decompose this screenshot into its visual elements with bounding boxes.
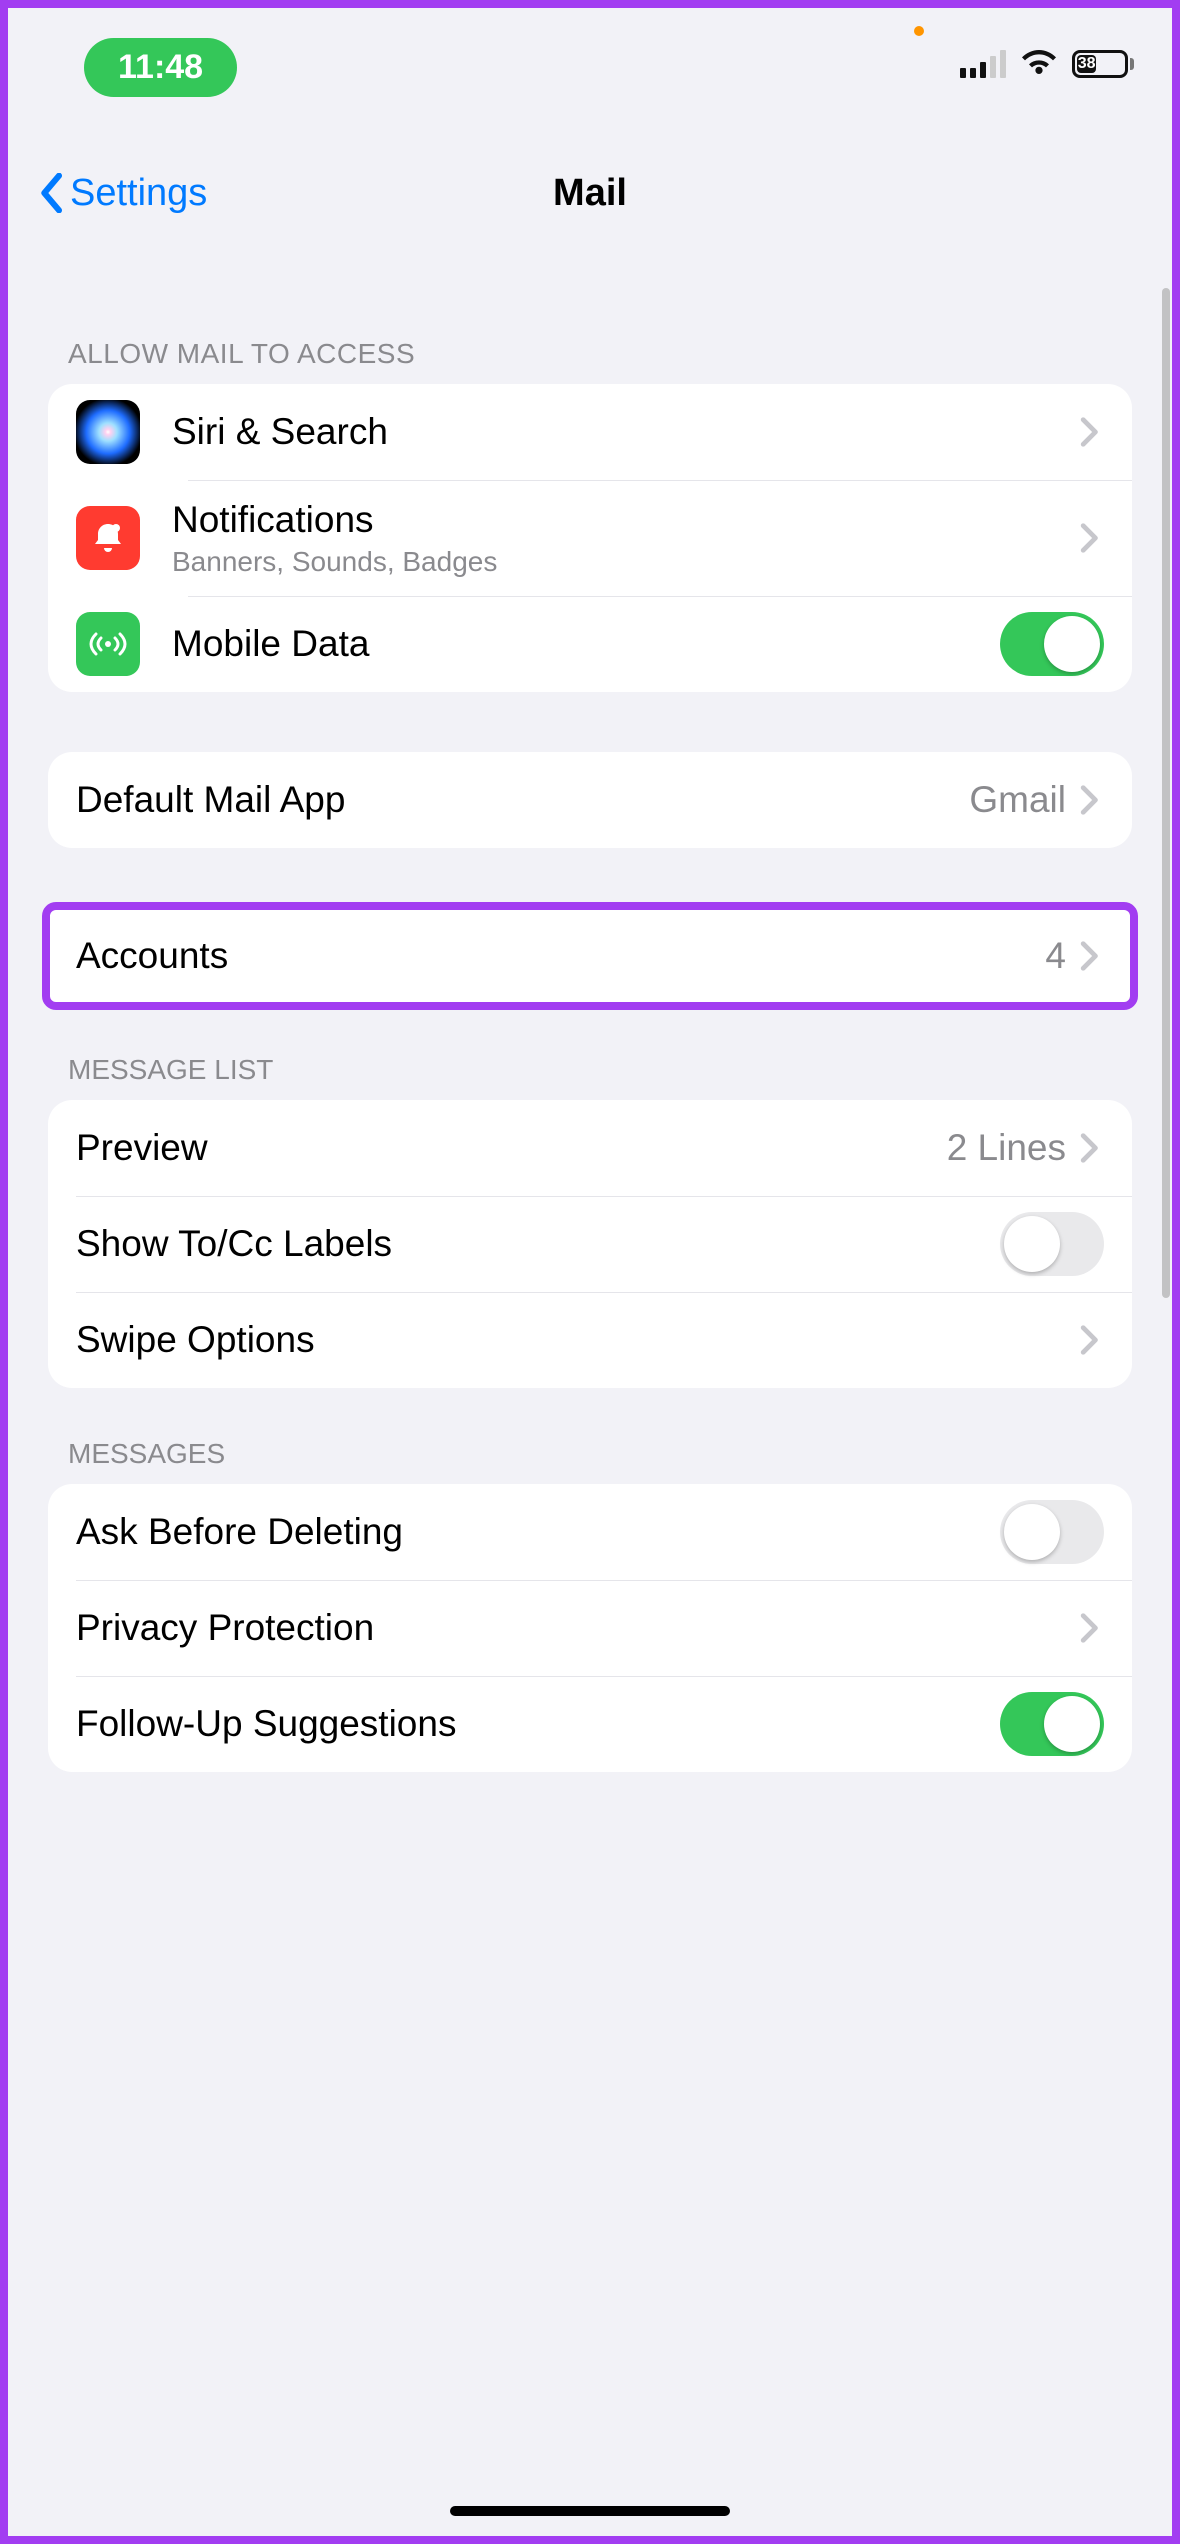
row-value: 4: [1045, 935, 1066, 977]
chevron-right-icon: [1080, 1325, 1104, 1355]
row-swipe-options[interactable]: Swipe Options: [48, 1292, 1132, 1388]
row-label: Show To/Cc Labels: [76, 1222, 1000, 1266]
row-mobile-data: Mobile Data: [48, 596, 1132, 692]
chevron-right-icon: [1080, 417, 1104, 447]
row-accounts[interactable]: Accounts 4: [48, 908, 1132, 1004]
row-label: Ask Before Deleting: [76, 1510, 1000, 1554]
page-title: Mail: [8, 172, 1172, 215]
row-value: 2 Lines: [947, 1127, 1066, 1169]
status-bar: 11:48 38: [8, 8, 1172, 98]
siri-icon: [76, 400, 140, 464]
status-time: 11:48: [84, 38, 237, 97]
cellular-signal-icon: [960, 50, 1006, 78]
row-label: Mobile Data: [172, 622, 1000, 666]
row-label: Default Mail App: [76, 778, 969, 822]
scroll-indicator[interactable]: [1162, 288, 1170, 1298]
group-message-list: Preview 2 Lines Show To/Cc Labels Swipe …: [48, 1100, 1132, 1388]
group-accounts: Accounts 4: [48, 908, 1132, 1004]
row-follow-up-suggestions: Follow-Up Suggestions: [48, 1676, 1132, 1772]
toggle-show-tocc[interactable]: [1000, 1212, 1104, 1276]
navigation-bar: Settings Mail: [8, 148, 1172, 238]
row-default-mail-app[interactable]: Default Mail App Gmail: [48, 752, 1132, 848]
antenna-icon: [76, 612, 140, 676]
row-ask-before-deleting: Ask Before Deleting: [48, 1484, 1132, 1580]
section-header-message-list: MESSAGE LIST: [48, 1004, 1132, 1100]
chevron-right-icon: [1080, 785, 1104, 815]
wifi-icon: [1020, 50, 1058, 78]
group-default-app: Default Mail App Gmail: [48, 752, 1132, 848]
row-privacy-protection[interactable]: Privacy Protection: [48, 1580, 1132, 1676]
row-label: Accounts: [76, 934, 1045, 978]
row-show-tocc-labels: Show To/Cc Labels: [48, 1196, 1132, 1292]
chevron-right-icon: [1080, 1133, 1104, 1163]
row-label: Swipe Options: [76, 1318, 1080, 1362]
row-siri-search[interactable]: Siri & Search: [48, 384, 1132, 480]
battery-icon: 38: [1072, 50, 1134, 78]
group-allow-access: Siri & Search Notifications Banners, Sou…: [48, 384, 1132, 692]
row-label: Preview: [76, 1126, 947, 1170]
row-label: Privacy Protection: [76, 1606, 1080, 1650]
row-value: Gmail: [969, 779, 1066, 821]
toggle-mobile-data[interactable]: [1000, 612, 1104, 676]
row-label: Follow-Up Suggestions: [76, 1702, 1000, 1746]
toggle-follow-up[interactable]: [1000, 1692, 1104, 1756]
row-label: Siri & Search: [172, 410, 1080, 454]
row-notifications[interactable]: Notifications Banners, Sounds, Badges: [48, 480, 1132, 596]
group-messages: Ask Before Deleting Privacy Protection F…: [48, 1484, 1132, 1772]
row-preview[interactable]: Preview 2 Lines: [48, 1100, 1132, 1196]
row-label: Notifications: [172, 498, 1080, 542]
home-indicator[interactable]: [450, 2506, 730, 2516]
chevron-right-icon: [1080, 523, 1104, 553]
notifications-icon: [76, 506, 140, 570]
section-header-messages: MESSAGES: [48, 1388, 1132, 1484]
toggle-ask-before-deleting[interactable]: [1000, 1500, 1104, 1564]
row-sublabel: Banners, Sounds, Badges: [172, 546, 1080, 578]
section-header-allow: ALLOW MAIL TO ACCESS: [48, 288, 1132, 384]
chevron-right-icon: [1080, 1613, 1104, 1643]
chevron-right-icon: [1080, 941, 1104, 971]
